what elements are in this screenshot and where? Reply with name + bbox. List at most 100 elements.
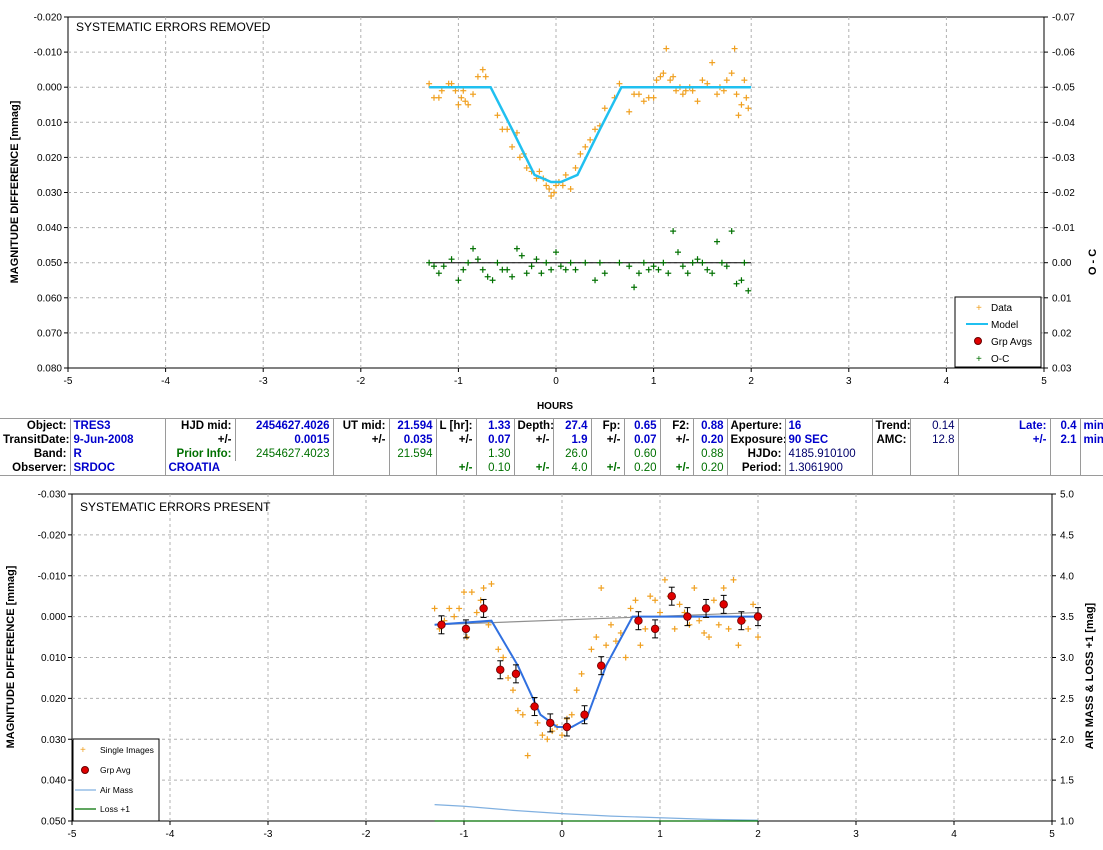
band-value: R	[70, 447, 166, 461]
top-y-right-tick-label: 0.01	[1052, 293, 1072, 304]
grp-avg-point	[580, 710, 589, 719]
prior-depth-pm: +/-	[514, 461, 554, 476]
grp-avg-point	[461, 624, 471, 634]
bottom-x-tick-label: -1	[460, 829, 469, 840]
top-x-tick-label: -4	[161, 376, 170, 387]
late-label: Late:	[957, 418, 1051, 433]
top-legend-oc: O-C	[991, 354, 1009, 365]
f2-label: F2:	[660, 418, 694, 433]
late-unit: min	[1080, 418, 1103, 433]
late-err-unit: min	[1080, 433, 1103, 447]
prior-fp-pm: +/-	[591, 461, 625, 476]
grp-avg-point	[597, 661, 606, 670]
bottom-y-left-tick-label: 0.050	[41, 817, 66, 828]
bottom-x-tick-label: 3	[853, 829, 859, 840]
ut-pm: +/-	[333, 433, 390, 447]
l-value: 1.33	[476, 418, 515, 433]
depth-pm: +/-	[514, 433, 554, 447]
fp-value: 0.65	[624, 418, 661, 433]
prior-f2-pm: +/-	[660, 461, 694, 476]
prior-l-err: 0.10	[476, 461, 515, 476]
grp-avg-point	[530, 702, 539, 711]
bottom-y-right-tick-label: 1.0	[1060, 817, 1074, 828]
top-x-tick-label: 0	[553, 376, 559, 387]
top-x-axis: -5 -4 -3 -2 -1 0 1 2 3 4 5	[64, 368, 1047, 387]
hjdo-label: HJDo:	[727, 447, 786, 461]
bottom-legend-loss: Loss +1	[100, 804, 130, 814]
grp-avg-point	[511, 669, 521, 679]
prior-hjd: 2454627.4023	[235, 447, 334, 461]
top-y-left-tick-label: -0.010	[34, 48, 63, 59]
top-x-tick-label: -5	[64, 376, 73, 387]
prior-l-pm: +/-	[436, 461, 477, 476]
bottom-y-right-tick-label: 3.0	[1060, 653, 1074, 664]
top-y-left-tick-label: 0.030	[37, 188, 62, 199]
top-y-right-tick-label: -0.05	[1052, 83, 1075, 94]
grp-avg-point	[634, 616, 643, 625]
top-x-tick-label: 5	[1041, 376, 1047, 387]
top-legend: + Data Model Grp Avgs + O-C	[954, 296, 1042, 368]
top-x-tick-label: 4	[944, 376, 950, 387]
bottom-legend-grp: Grp Avg	[100, 765, 131, 775]
exposure-value: 90 SEC	[785, 433, 873, 447]
bottom-x-tick-label: 1	[657, 829, 663, 840]
depth-value: 27.4	[553, 418, 592, 433]
location-value: CROATIA	[165, 461, 334, 476]
top-y-left-tick-label: 0.060	[37, 293, 62, 304]
info-row-2: TransitDate: 9-Jun-2008 +/- 0.0015 +/- 0…	[0, 433, 1103, 447]
bottom-x-axis: -5 -4 -3 -2 -1 0 1 2 3 4 5	[68, 821, 1055, 840]
hjd-label: HJD mid:	[165, 418, 236, 433]
prior-fp-err: 0.20	[624, 461, 661, 476]
top-chart-title: SYSTEMATIC ERRORS REMOVED	[76, 20, 271, 34]
top-y-left-tick-label: 0.040	[37, 223, 62, 234]
top-y-left-tick-label: 0.050	[37, 258, 62, 269]
top-x-tick-label: 1	[651, 376, 657, 387]
bottom-x-tick-label: -5	[68, 829, 77, 840]
bottom-x-tick-label: -3	[264, 829, 273, 840]
trend-value: 0.14	[910, 418, 959, 433]
top-legend-model: Model	[991, 320, 1018, 331]
top-y-right-tick-label: 0.03	[1052, 364, 1072, 375]
svg-text:+: +	[80, 745, 86, 756]
bottom-y-right-tick-label: 2.0	[1060, 735, 1074, 746]
top-y-left-tick-label: 0.070	[37, 328, 62, 339]
grp-avg-point	[479, 604, 488, 613]
fp-pm: +/-	[591, 433, 625, 447]
top-x-tick-label: -2	[356, 376, 365, 387]
ut-label: UT mid:	[333, 418, 390, 433]
bottom-y-right-tick-label: 4.0	[1060, 571, 1074, 582]
prior-depth: 26.0	[553, 447, 592, 461]
grp-avg-point	[683, 612, 692, 621]
hjd-pm: +/-	[165, 433, 236, 447]
amc-value: 12.8	[910, 433, 959, 447]
bottom-y-right-tick-label: 1.5	[1060, 776, 1074, 787]
transit-label: TransitDate:	[0, 433, 71, 447]
band-label: Band:	[0, 447, 71, 461]
info-row-1: Object: TRES3 HJD mid: 2454627.4026 UT m…	[0, 418, 1103, 433]
bottom-legend-airmass: Air Mass	[100, 785, 133, 795]
hjdo-value: 4185.910100	[785, 447, 873, 461]
bottom-y-right-tick-label: 3.5	[1060, 612, 1074, 623]
f2-err: 0.20	[693, 433, 728, 447]
top-y-right-tick-label: -0.03	[1052, 153, 1075, 164]
l-pm: +/-	[436, 433, 477, 447]
bottom-x-tick-label: -2	[362, 829, 371, 840]
bottom-x-tick-label: 4	[951, 829, 957, 840]
prior-ut: 21.594	[389, 447, 437, 461]
bottom-chart: SYSTEMATIC ERRORS PRESENT -5 -4 -3 -2 -1 0 1 2 3…	[5, 490, 1096, 841]
bottom-x-tick-label: 2	[755, 829, 761, 840]
bottom-y-right-label: AIR MASS & LOSS +1 [mag]	[1084, 602, 1096, 749]
object-value: TRES3	[70, 418, 166, 433]
prior-f2-err: 0.20	[693, 461, 728, 476]
bottom-x-tick-label: 5	[1049, 829, 1055, 840]
top-y-left-tick-label: 0.000	[37, 83, 62, 94]
top-y-right-tick-label: -0.01	[1052, 223, 1075, 234]
bottom-y-left-tick-label: 0.030	[41, 735, 66, 746]
grp-avg-point	[650, 624, 660, 634]
top-y-right-label: O - C	[1087, 249, 1099, 275]
top-y-left-tick-label: -0.020	[34, 13, 63, 24]
grp-avg-point	[546, 718, 555, 728]
bottom-chart-title: SYSTEMATIC ERRORS PRESENT	[80, 500, 271, 514]
f2-pm: +/-	[660, 433, 694, 447]
l-label: L [hr]:	[436, 418, 477, 433]
